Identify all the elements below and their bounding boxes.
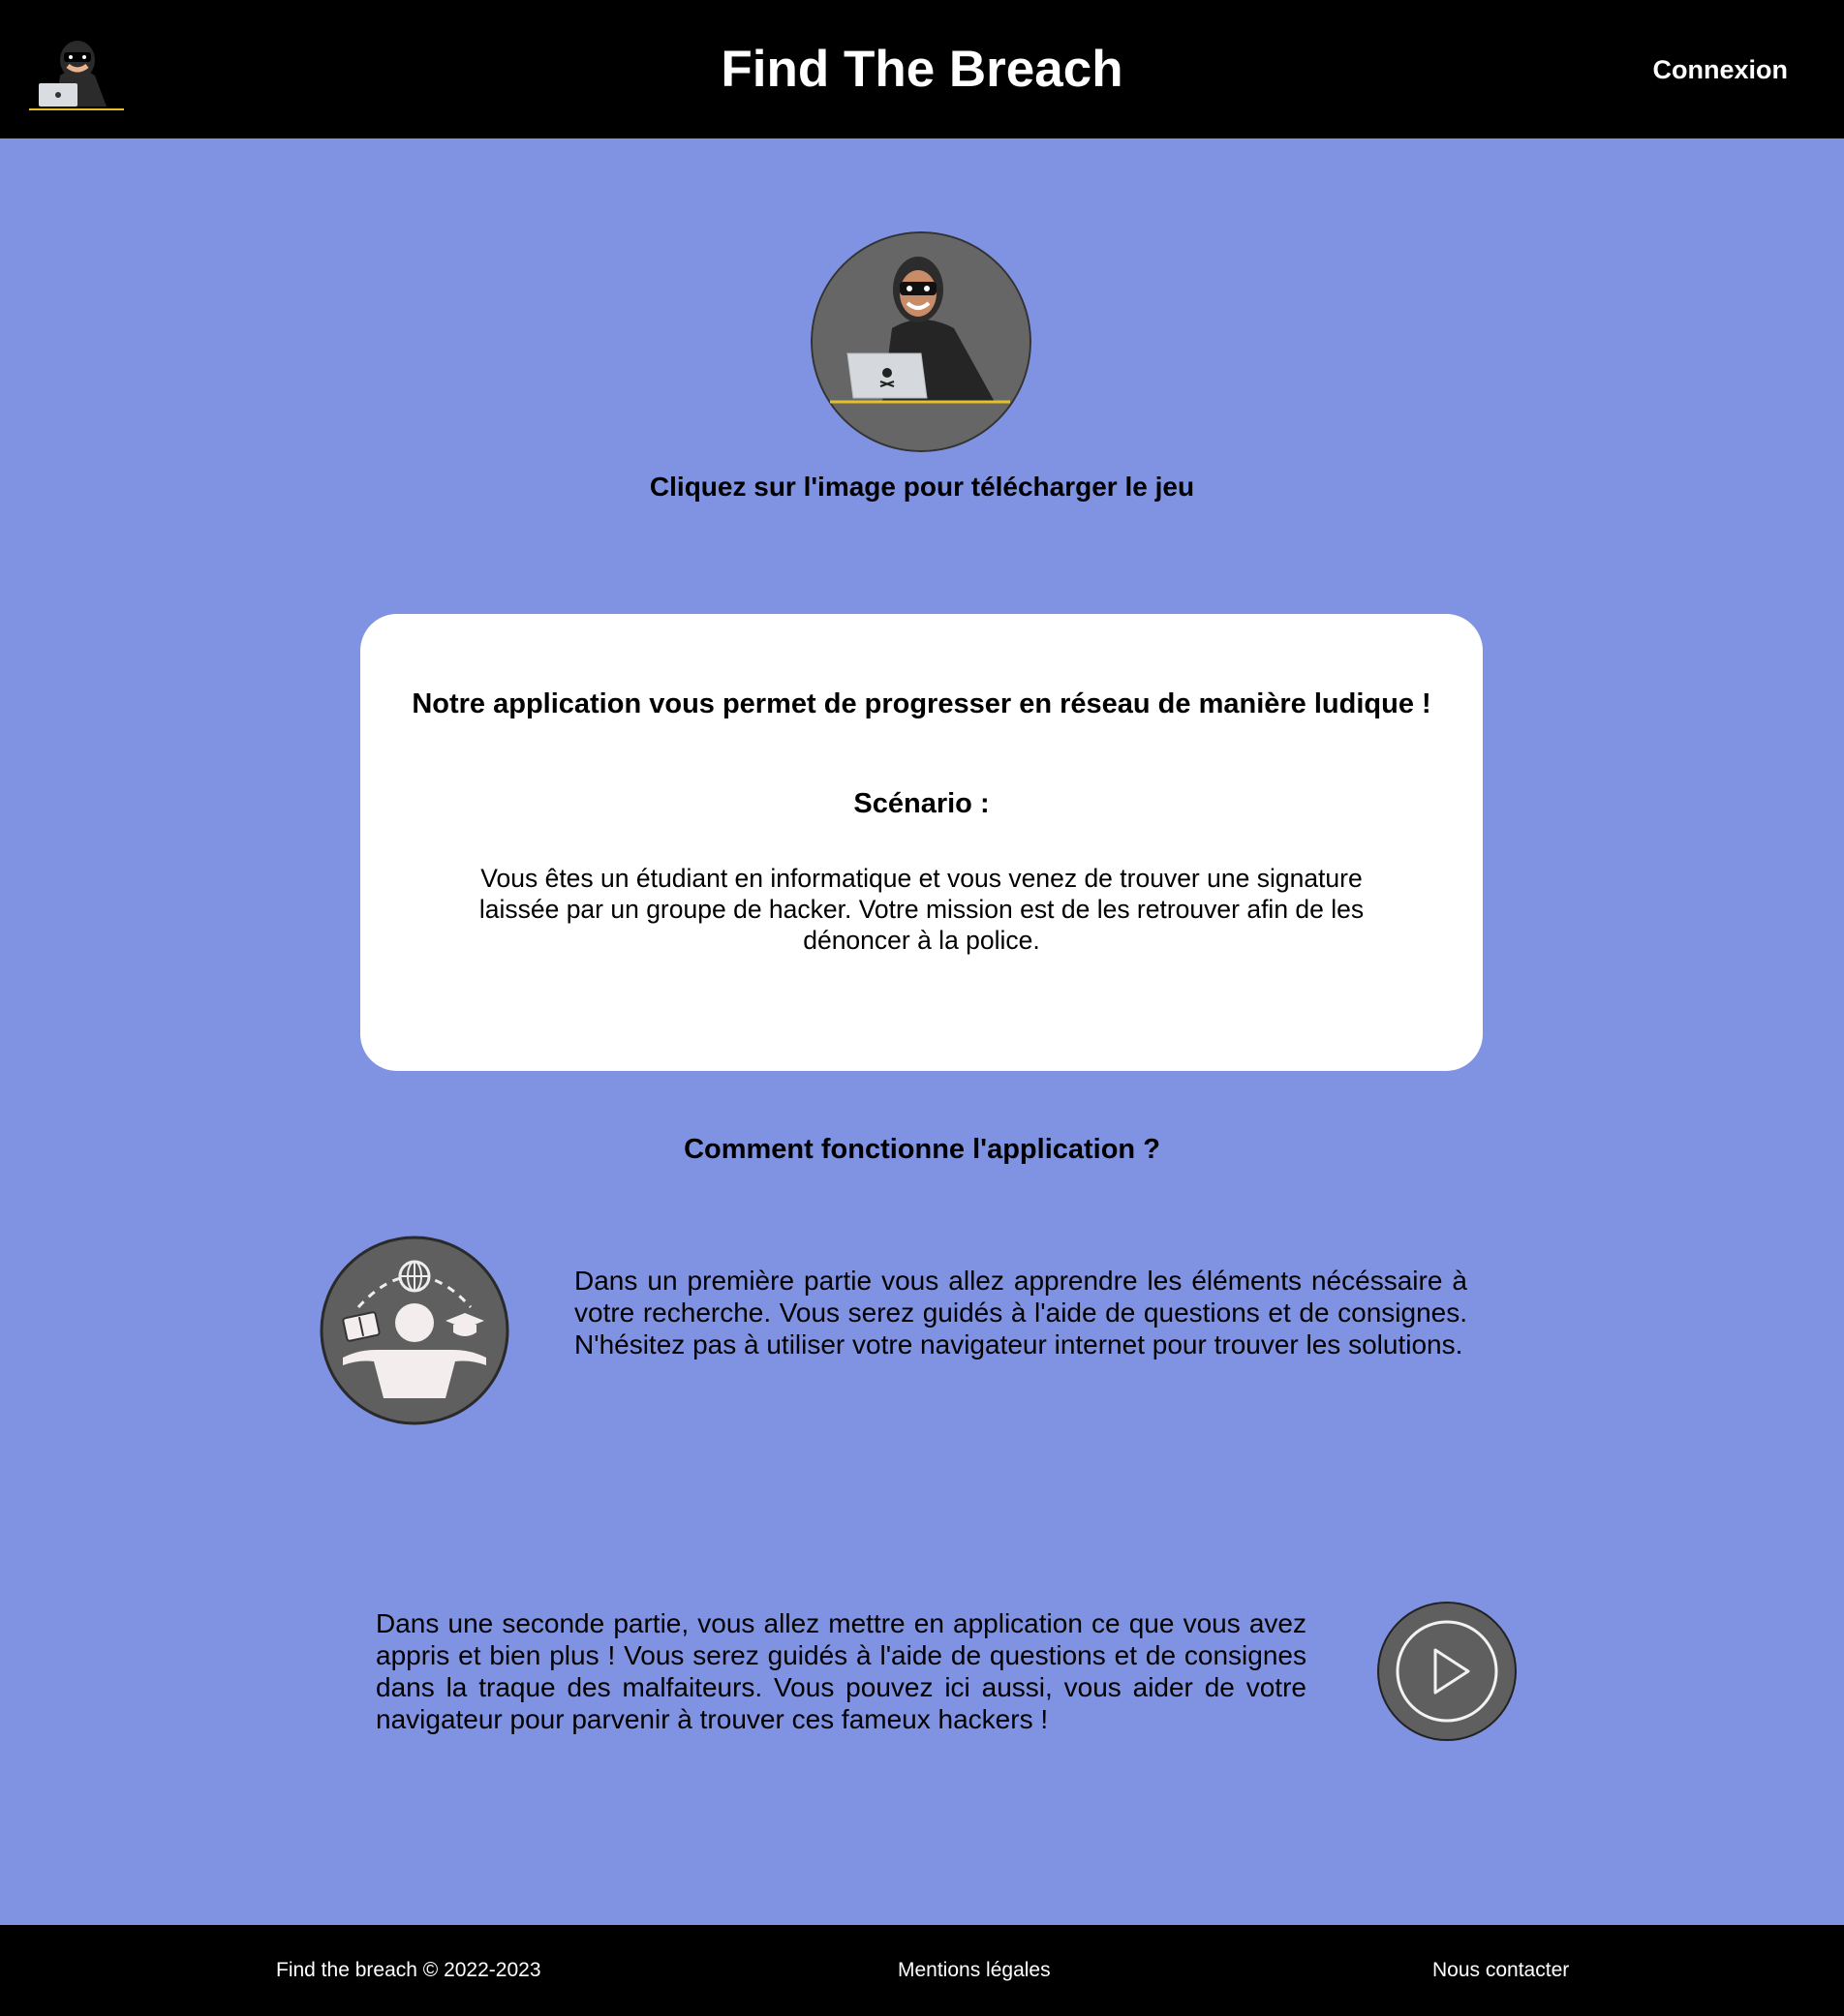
scenario-title: Scénario : xyxy=(853,788,990,819)
learning-student-icon xyxy=(320,1236,509,1425)
footer-contact-link[interactable]: Nous contacter xyxy=(1432,1958,1569,1983)
login-link[interactable]: Connexion xyxy=(1653,52,1789,87)
play-icon[interactable] xyxy=(1377,1602,1517,1741)
download-caption: Cliquez sur l'image pour télécharger le … xyxy=(649,472,1195,502)
site-header: Find The Breach Connexion xyxy=(0,0,1844,138)
step2-text: Dans une seconde partie, vous allez mett… xyxy=(376,1608,1306,1734)
hacker-download-icon[interactable] xyxy=(811,231,1031,452)
intro-card: Notre application vous permet de progres… xyxy=(360,614,1483,1071)
site-footer: Find the breach © 2022-2023 Mentions lég… xyxy=(0,1925,1844,2016)
site-title: Find The Breach xyxy=(721,41,1123,98)
footer-copyright: Find the breach © 2022-2023 xyxy=(276,1959,541,1981)
intro-heading: Notre application vous permet de progres… xyxy=(412,688,1431,719)
how-it-works-title: Comment fonctionne l'application ? xyxy=(684,1134,1160,1165)
step1-text: Dans un première partie vous allez appre… xyxy=(574,1266,1467,1359)
scenario-text: Vous êtes un étudiant en informatique et… xyxy=(478,864,1365,955)
footer-legal-link[interactable]: Mentions légales xyxy=(898,1958,1051,1983)
